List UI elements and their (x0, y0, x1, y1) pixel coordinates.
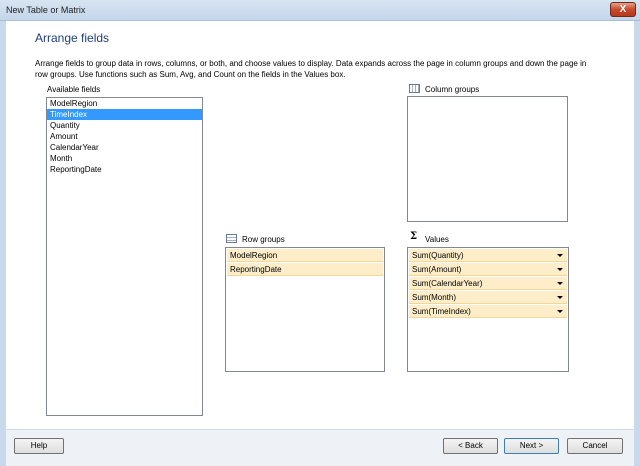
value-item[interactable]: Sum(Amount) (409, 263, 567, 276)
window-frame-right (634, 21, 640, 466)
value-dropdown-button[interactable] (553, 291, 567, 304)
column-groups-zone[interactable] (407, 96, 568, 222)
chevron-down-icon (557, 254, 563, 257)
values-zone[interactable]: Sum(Quantity) Sum(Amount) Sum(CalendarYe… (407, 247, 569, 372)
field-item-calendaryear[interactable]: CalendarYear (47, 142, 202, 153)
value-item[interactable]: Sum(Month) (409, 291, 567, 304)
row-groups-zone[interactable]: ModelRegion ReportingDate (225, 247, 385, 372)
available-fields-label: Available fields (47, 85, 101, 94)
value-item-label: Sum(Amount) (412, 265, 462, 274)
field-item-amount[interactable]: Amount (47, 131, 202, 142)
next-button[interactable]: Next > (504, 438, 559, 454)
field-item-timeindex[interactable]: TimeIndex (47, 109, 202, 120)
value-item[interactable]: Sum(Quantity) (409, 249, 567, 262)
column-grid-icon (409, 84, 420, 93)
value-item[interactable]: Sum(CalendarYear) (409, 277, 567, 290)
row-groups-label: Row groups (242, 235, 285, 244)
available-fields-list[interactable]: ModelRegion TimeIndex Quantity Amount Ca… (46, 97, 203, 416)
title-bar: New Table or Matrix X (0, 0, 640, 21)
page-description: Arrange fields to group data in rows, co… (35, 59, 587, 79)
sigma-icon: Σ (410, 231, 418, 242)
row-group-item-modelregion[interactable]: ModelRegion (227, 249, 383, 262)
chevron-down-icon (557, 310, 563, 313)
value-dropdown-button[interactable] (553, 277, 567, 290)
value-item-label: Sum(Month) (412, 293, 457, 302)
value-item[interactable]: Sum(TimeIndex) (409, 305, 567, 318)
chevron-down-icon (557, 296, 563, 299)
value-dropdown-button[interactable] (553, 263, 567, 276)
value-item-label: Sum(Quantity) (412, 251, 464, 260)
close-button[interactable]: X (610, 2, 636, 17)
row-group-item-reportingdate[interactable]: ReportingDate (227, 263, 383, 276)
back-button[interactable]: < Back (443, 438, 498, 454)
window-title: New Table or Matrix (6, 5, 86, 15)
wizard-footer: Help < Back Next > Cancel (6, 429, 634, 466)
value-item-label: Sum(CalendarYear) (412, 279, 483, 288)
field-item-reportingdate[interactable]: ReportingDate (47, 164, 202, 175)
help-button[interactable]: Help (14, 438, 64, 454)
chevron-down-icon (557, 282, 563, 285)
value-item-label: Sum(TimeIndex) (412, 307, 471, 316)
column-groups-label: Column groups (425, 85, 480, 94)
field-item-quantity[interactable]: Quantity (47, 120, 202, 131)
chevron-down-icon (557, 268, 563, 271)
value-dropdown-button[interactable] (553, 249, 567, 262)
row-grid-icon (226, 234, 237, 243)
field-item-modelregion[interactable]: ModelRegion (47, 98, 202, 109)
page-heading: Arrange fields (35, 31, 110, 45)
field-item-month[interactable]: Month (47, 153, 202, 164)
wizard-page: Arrange fields Arrange fields to group d… (6, 21, 634, 429)
cancel-button[interactable]: Cancel (567, 438, 623, 454)
values-label: Values (425, 235, 449, 244)
value-dropdown-button[interactable] (553, 305, 567, 318)
